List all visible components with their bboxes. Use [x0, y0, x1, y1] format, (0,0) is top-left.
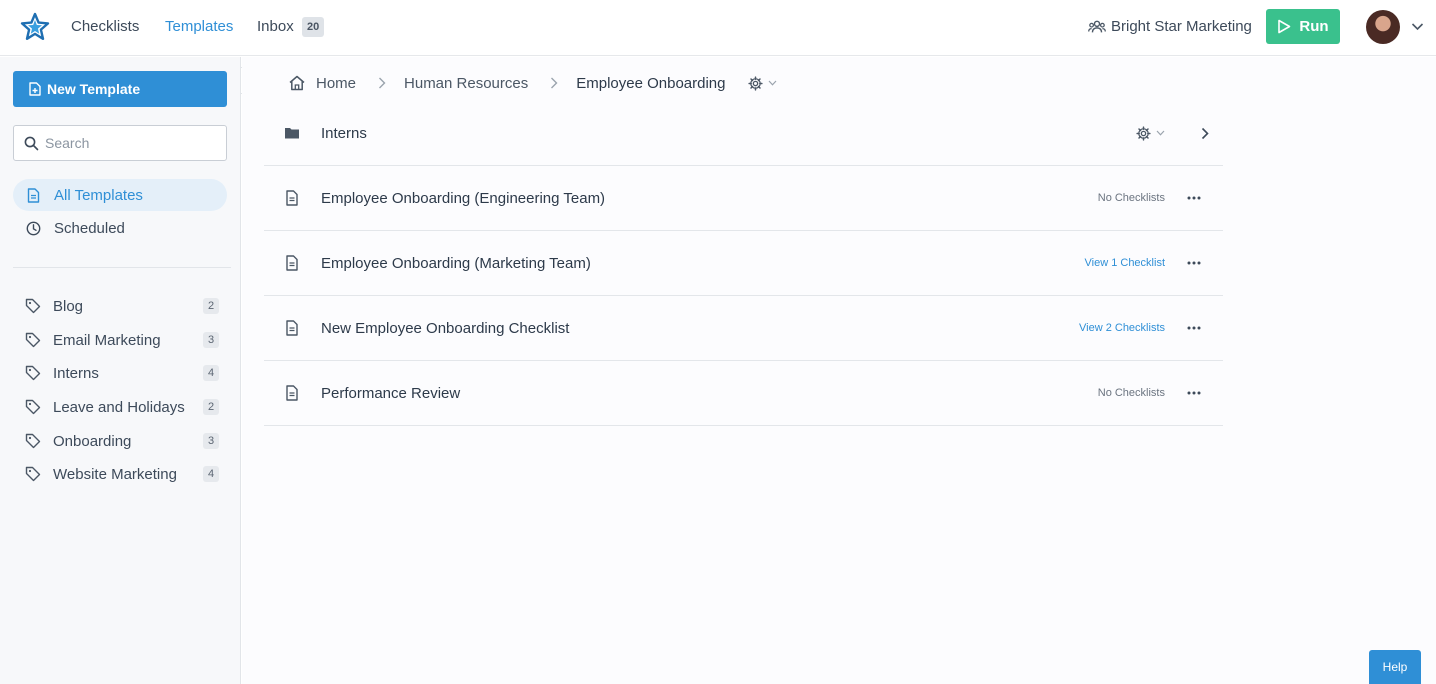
tag-count: 2 [203, 298, 219, 314]
document-icon [286, 190, 298, 206]
new-template-label: New Template [47, 81, 141, 97]
view-checklists-link[interactable]: View 1 Checklist [1085, 257, 1166, 269]
document-icon [27, 187, 40, 203]
chevron-right-icon [379, 77, 386, 89]
template-row[interactable]: Performance Review No Checklists [264, 361, 1223, 426]
template-row[interactable]: New Employee Onboarding Checklist View 2… [264, 296, 1223, 361]
chevron-right-icon [551, 77, 558, 89]
breadcrumb-home-label: Home [316, 74, 357, 92]
document-icon [286, 320, 298, 336]
sidebar-divider [13, 267, 231, 268]
checklist-status: No Checklists [1097, 192, 1165, 204]
breadcrumb-parent[interactable]: Human Resources [404, 75, 528, 92]
checklist-status: No Checklists [1097, 387, 1165, 399]
folder-settings-dropdown[interactable] [1136, 125, 1165, 141]
tag-item-leave-and-holidays[interactable]: Leave and Holidays 2 [13, 392, 227, 422]
search-icon [24, 136, 39, 150]
star-logo-icon[interactable] [20, 12, 50, 42]
tag-count: 2 [203, 399, 219, 415]
sidebar: New Template All Templates Scheduled Blo… [0, 57, 241, 684]
tag-icon [25, 466, 41, 482]
breadcrumb: Home Human Resources Employee Onboarding [288, 73, 777, 93]
main-content: Home Human Resources Employee Onboarding [242, 57, 1436, 684]
template-list: Interns Employee Onboarding (Engineering… [264, 101, 1223, 426]
organization-switcher[interactable]: Bright Star Marketing [1088, 18, 1252, 35]
template-title[interactable]: New Employee Onboarding Checklist [321, 320, 569, 337]
chevron-down-icon[interactable] [1411, 22, 1424, 31]
new-template-button[interactable]: New Template [13, 71, 227, 107]
tag-count: 3 [203, 433, 219, 449]
users-icon [1088, 20, 1106, 32]
tag-icon [25, 433, 41, 449]
run-label: Run [1299, 18, 1329, 35]
tag-label: Onboarding [53, 432, 132, 450]
run-button[interactable]: Run [1266, 9, 1340, 44]
template-row[interactable]: Employee Onboarding (Marketing Team) Vie… [264, 231, 1223, 296]
sidebar-item-all-templates[interactable]: All Templates [13, 179, 227, 211]
more-options-icon[interactable] [1187, 391, 1201, 395]
document-icon [286, 255, 298, 271]
tag-label: Website Marketing [53, 465, 177, 483]
more-options-icon[interactable] [1187, 261, 1201, 265]
document-icon [286, 385, 298, 401]
search-box[interactable] [13, 125, 227, 161]
nav-templates[interactable]: Templates [165, 18, 233, 35]
tag-icon [25, 298, 41, 314]
help-button[interactable]: Help [1369, 650, 1421, 684]
more-options-icon[interactable] [1187, 196, 1201, 200]
folder-row[interactable]: Interns [264, 101, 1223, 166]
tag-label: Leave and Holidays [53, 398, 185, 416]
chevron-down-icon [768, 80, 776, 86]
folder-icon [285, 128, 299, 139]
clock-icon [26, 221, 41, 235]
view-checklists-link[interactable]: View 2 Checklists [1079, 322, 1165, 334]
nav-inbox[interactable]: Inbox [257, 18, 294, 35]
template-title[interactable]: Employee Onboarding (Marketing Team) [321, 255, 591, 272]
tag-item-onboarding[interactable]: Onboarding 3 [13, 426, 227, 456]
template-row[interactable]: Employee Onboarding (Engineering Team) N… [264, 166, 1223, 231]
search-input[interactable] [45, 135, 215, 151]
tag-label: Interns [53, 364, 99, 382]
nav-checklists[interactable]: Checklists [71, 18, 139, 35]
file-plus-icon [29, 82, 41, 96]
template-title[interactable]: Performance Review [321, 385, 460, 402]
gear-icon [1136, 125, 1151, 141]
sidebar-item-label: Scheduled [54, 219, 125, 237]
folder-settings-dropdown[interactable] [747, 75, 777, 91]
organization-name: Bright Star Marketing [1111, 18, 1252, 35]
sidebar-item-scheduled[interactable]: Scheduled [13, 212, 227, 244]
breadcrumb-home[interactable]: Home [288, 75, 356, 92]
inbox-count-badge: 20 [302, 17, 325, 37]
tag-icon [25, 332, 41, 348]
home-icon [289, 75, 305, 91]
tag-icon [25, 399, 41, 415]
template-title[interactable]: Employee Onboarding (Engineering Team) [321, 190, 605, 207]
tag-label: Blog [53, 297, 84, 315]
tag-count: 4 [203, 365, 219, 381]
more-options-icon[interactable] [1187, 326, 1201, 330]
tag-item-email-marketing[interactable]: Email Marketing 3 [13, 325, 227, 355]
user-avatar[interactable] [1366, 10, 1400, 44]
gear-icon [747, 75, 763, 91]
tag-item-interns[interactable]: Interns 4 [13, 358, 227, 388]
breadcrumb-current: Employee Onboarding [576, 74, 726, 92]
tag-label: Email Marketing [53, 331, 161, 349]
folder-title[interactable]: Interns [321, 125, 367, 142]
chevron-right-icon[interactable] [1201, 127, 1209, 140]
top-bar: Checklists Templates Inbox 20 Bright Sta… [0, 0, 1436, 56]
tag-count: 3 [203, 332, 219, 348]
tag-item-website-marketing[interactable]: Website Marketing 4 [13, 459, 227, 489]
play-icon [1278, 19, 1291, 34]
tag-count: 4 [203, 466, 219, 482]
tag-item-blog[interactable]: Blog 2 [13, 291, 227, 321]
chevron-down-icon [1156, 130, 1165, 136]
tag-icon [25, 365, 41, 381]
sidebar-item-label: All Templates [54, 186, 143, 204]
